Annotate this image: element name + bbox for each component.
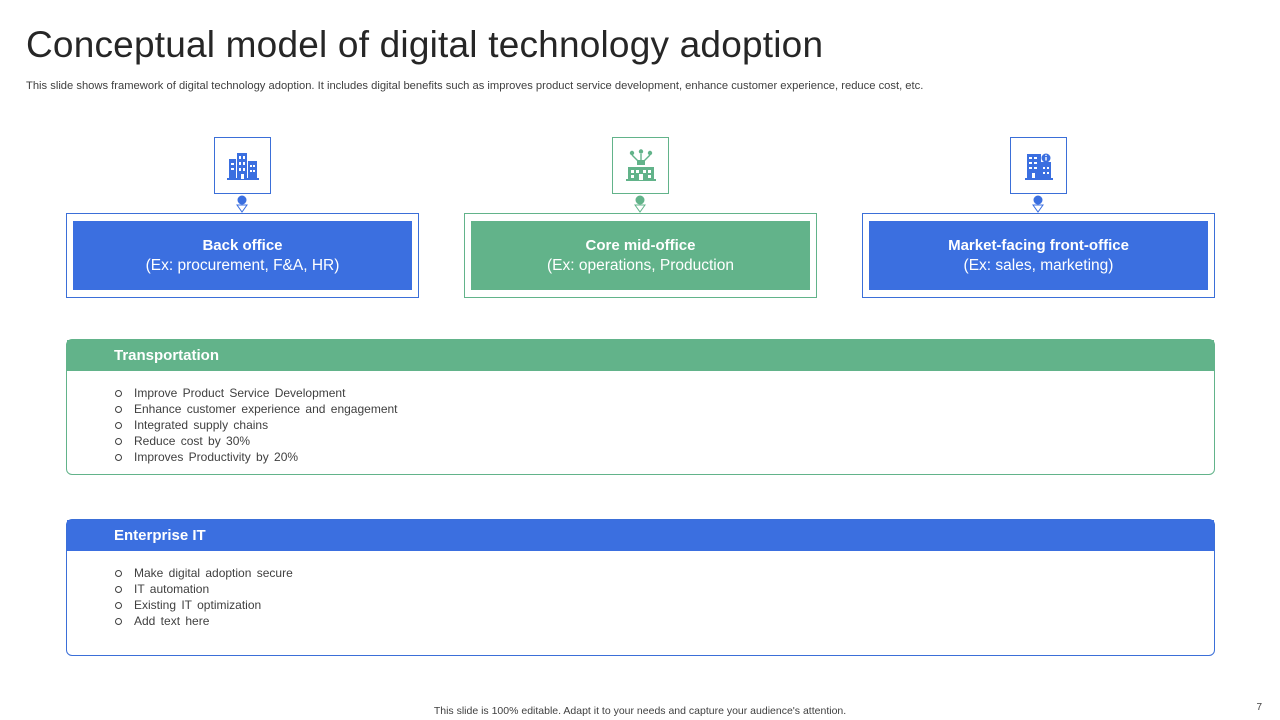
bullet-icon [115,617,122,625]
list-item: Enhance customer experience and engageme… [115,401,1214,417]
list-item: Existing IT optimization [115,597,1214,613]
office-subtitle: (Ex: procurement, F&A, HR) [145,256,340,274]
office-card-core-body: Core mid-office (Ex: operations, Product… [471,221,810,290]
list-item-text: IT automation [134,582,210,596]
office-card-back: Back office (Ex: procurement, F&A, HR) [66,213,419,298]
office-title: Market-facing front-office [948,236,1129,254]
slide-footer: This slide is 100% editable. Adapt it to… [433,705,847,717]
office-card-front-body: Market-facing front-office (Ex: sales, m… [869,221,1208,290]
office-title: Back office [202,236,283,254]
connector-icon [634,195,646,213]
slide-title: Conceptual model of digital technology a… [26,24,824,65]
page-number: 7 [1256,702,1262,713]
bullet-icon [115,453,122,461]
list-item: IT automation [115,581,1214,597]
list-item-text: Add text here [134,614,210,628]
office-card-front: Market-facing front-office (Ex: sales, m… [862,213,1215,298]
network-building-icon [612,137,669,194]
office-building-info-icon [1010,137,1067,194]
list-item: Improves Productivity by 20% [115,449,1214,465]
office-subtitle: (Ex: sales, marketing) [963,256,1114,274]
list-item: Improve Product Service Development [115,385,1214,401]
connector-icon [236,195,248,213]
list-item-text: Integrated supply chains [134,418,269,432]
list-item-text: Reduce cost by 30% [134,434,251,448]
panel-header: Enterprise IT [67,520,1214,551]
buildings-icon [214,137,271,194]
list-item: Make digital adoption secure [115,565,1214,581]
slide-subtitle: This slide shows framework of digital te… [26,80,924,92]
list-item: Reduce cost by 30% [115,433,1214,449]
bullet-icon [115,405,122,413]
office-card-core: Core mid-office (Ex: operations, Product… [464,213,817,298]
office-card-back-body: Back office (Ex: procurement, F&A, HR) [73,221,412,290]
panel-header: Transportation [67,340,1214,371]
bullet-icon [115,569,122,577]
bullet-icon [115,585,122,593]
office-subtitle: (Ex: operations, Production [547,256,734,274]
office-title: Core mid-office [585,236,696,254]
bullet-icon [115,437,122,445]
list-item-text: Improve Product Service Development [134,386,346,400]
bullet-icon [115,601,122,609]
enterprise-it-panel: Enterprise IT Make digital adoption secu… [66,519,1215,656]
transportation-panel: Transportation Improve Product Service D… [66,339,1215,475]
connector-icon [1032,195,1044,213]
list-item-text: Enhance customer experience and engageme… [134,402,398,416]
panel-list: Make digital adoption secure IT automati… [67,551,1214,629]
list-item: Integrated supply chains [115,417,1214,433]
list-item-text: Make digital adoption secure [134,566,293,580]
panel-list: Improve Product Service Development Enha… [67,371,1214,465]
list-item-text: Improves Productivity by 20% [134,450,299,464]
bullet-icon [115,389,122,397]
bullet-icon [115,421,122,429]
list-item-text: Existing IT optimization [134,598,262,612]
list-item: Add text here [115,613,1214,629]
